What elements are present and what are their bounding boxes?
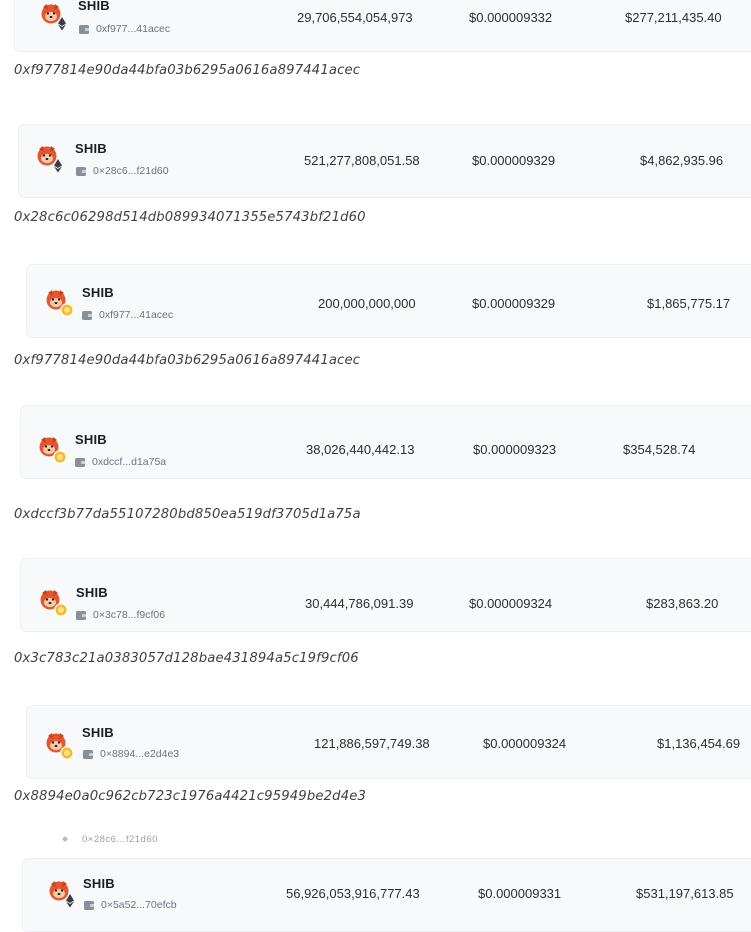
token-symbol: SHIB: [76, 585, 108, 600]
token-symbol: SHIB: [75, 141, 107, 156]
token-price: $0.000009329: [472, 296, 556, 311]
shib-token-icon: [48, 880, 78, 910]
shib-token-icon: [39, 589, 69, 619]
holding-value: $531,197,613.85: [636, 886, 734, 901]
wallet-address-short[interactable]: 0xf977...41acec: [82, 309, 173, 321]
holder-row[interactable]: SHIB 0xf977...41acec 200,000,000,000 $0.…: [26, 264, 751, 338]
shib-token-icon: [40, 3, 70, 33]
holder-row[interactable]: SHIB 0×28c6...f21d60 521,277,808,051.58 …: [18, 124, 751, 198]
token-amount: 29,706,554,054,973: [297, 10, 413, 25]
wallet-address-short[interactable]: 0xdccf...d1a75a: [75, 456, 166, 468]
token-price: $0.000009324: [483, 736, 567, 751]
shib-token-icon: [38, 436, 68, 466]
eth-badge-icon: [62, 836, 68, 842]
wallet-address-short[interactable]: 0×5a52...70efcb: [84, 899, 177, 911]
full-address-caption: 0x8894e0a0c962cb723c1976a4421c95949be2d4…: [14, 789, 367, 804]
token-price: $0.000009329: [472, 153, 556, 168]
wallet-icon: [82, 310, 92, 320]
token-amount: 200,000,000,000: [318, 296, 416, 311]
holder-row[interactable]: SHIB 0×5a52...70efcb 56,926,053,916,777.…: [22, 858, 751, 932]
wallet-icon: [79, 24, 89, 34]
token-symbol: SHIB: [82, 285, 114, 300]
token-amount: 521,277,808,051.58: [304, 153, 420, 168]
holder-row[interactable]: SHIB 0xf977...41acec 29,706,554,054,973 …: [14, 0, 751, 52]
holding-value: $283,863.20: [646, 596, 719, 611]
cropped-address-text: 0×28c6...f21d60: [82, 834, 158, 845]
token-amount: 38,026,440,442.13: [306, 442, 415, 457]
wallet-address-short[interactable]: 0xf977...41acec: [79, 23, 170, 35]
full-address-caption: 0xdccf3b77da55107280bd850ea519df3705d1a7…: [14, 507, 361, 522]
wallet-icon: [76, 610, 86, 620]
token-amount: 121,886,597,749.38: [314, 736, 430, 751]
wallet-address-short[interactable]: 0×3c78...f9cf06: [76, 609, 165, 621]
holder-row[interactable]: SHIB 0×3c78...f9cf06 30,444,786,091.39 $…: [20, 558, 751, 632]
shib-token-icon: [45, 289, 75, 319]
holding-value: $4,862,935.96: [640, 153, 724, 168]
full-address-caption: 0x3c783c21a0383057d128bae431894a5c19f9cf…: [14, 651, 359, 666]
holding-value: $277,211,435.40: [625, 10, 722, 25]
wallet-icon: [84, 900, 94, 910]
token-amount: 56,926,053,916,777.43: [286, 886, 420, 901]
wallet-icon: [83, 749, 93, 759]
token-price: $0.000009323: [473, 442, 557, 457]
token-symbol: SHIB: [82, 725, 114, 740]
token-price: $0.000009331: [478, 886, 562, 901]
token-symbol: SHIB: [83, 876, 115, 891]
token-symbol: SHIB: [75, 432, 107, 447]
shib-token-icon: [36, 145, 66, 175]
wallet-icon: [76, 166, 86, 176]
token-price: $0.000009324: [469, 596, 553, 611]
holder-row[interactable]: SHIB 0×8894...e2d4e3 121,886,597,749.38 …: [26, 705, 751, 779]
token-price: $0.000009332: [469, 10, 553, 25]
holding-value: $1,136,454.69: [657, 736, 741, 751]
full-address-caption: 0xf977814e90da44bfa03b6295a0616a897441ac…: [14, 353, 361, 368]
token-symbol: SHIB: [78, 0, 110, 13]
full-address-caption: 0xf977814e90da44bfa03b6295a0616a897441ac…: [14, 63, 361, 78]
shib-token-icon: [45, 732, 75, 762]
holding-value: $1,865,775.17: [647, 296, 731, 311]
wallet-address-short[interactable]: 0×28c6...f21d60: [76, 165, 169, 177]
token-amount: 30,444,786,091.39: [305, 596, 414, 611]
full-address-caption: 0x28c6c06298d514db089934071355e5743bf21d…: [14, 210, 366, 225]
wallet-address-short[interactable]: 0×8894...e2d4e3: [83, 748, 179, 760]
holding-value: $354,528.74: [623, 442, 696, 457]
wallet-icon: [75, 457, 85, 467]
holder-row[interactable]: SHIB 0xdccf...d1a75a 38,026,440,442.13 $…: [20, 405, 751, 479]
